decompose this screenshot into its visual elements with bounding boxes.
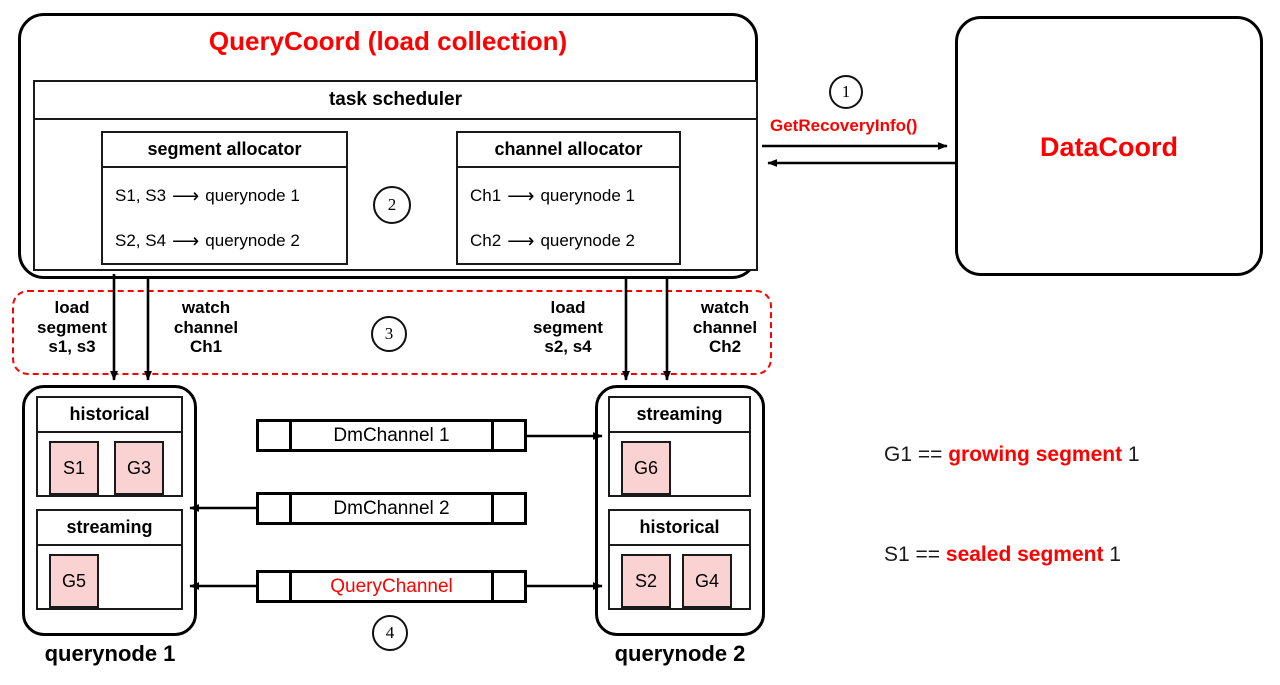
channel-target: querynode 2	[540, 231, 635, 250]
legend-emphasis: growing segment	[948, 443, 1123, 466]
legend-growing-segment: G1 == growing segment 1	[884, 443, 1140, 467]
arrow-right-icon: ⟶	[507, 185, 535, 207]
querynode-1-streaming-panel: streaming G5	[36, 509, 183, 610]
querynode-1-historical-body: S1 G3	[38, 433, 181, 499]
dispatch-label-line: load	[550, 298, 586, 317]
channel-cap-right	[491, 495, 524, 522]
segment-chip: G3	[114, 441, 164, 495]
channel-source: Ch1	[470, 186, 502, 205]
legend-suffix: 1	[1122, 443, 1140, 466]
channel-cap-left	[259, 573, 292, 600]
dispatch-label-line: s2, s4	[544, 337, 592, 357]
dispatch-label-line: channel	[173, 317, 239, 337]
dispatch-label-line: segment	[37, 317, 107, 337]
step-badge-2: 2	[373, 186, 411, 224]
arrow-right-icon: ⟶	[172, 185, 200, 207]
legend-emphasis: sealed segment	[945, 543, 1104, 566]
dispatch-label-line: s1, s3	[48, 337, 96, 357]
querynode-2-caption: querynode 2	[614, 641, 746, 666]
querynode-2-historical-body: S2 G4	[610, 546, 749, 612]
step-badge-3: 3	[371, 316, 407, 352]
legend-code: S1 ==	[884, 543, 946, 566]
diagram-canvas: QueryCoord (load collection) task schedu…	[0, 0, 1280, 685]
dispatch-label-line: Ch2	[708, 337, 742, 357]
querynode-2-streaming-panel: streaming G6	[608, 396, 751, 497]
querychannel-label: QueryChannel	[330, 575, 453, 597]
channel-target: querynode 1	[540, 186, 635, 205]
dispatch-label-load-segment-1: load segment s1, s3	[30, 298, 114, 357]
segment-allocator-row: S2, S4 ⟶ querynode 2	[115, 231, 300, 251]
legend-code: G1 ==	[884, 443, 949, 466]
dispatch-label-line: watch	[181, 298, 231, 317]
querynode-1-caption: querynode 1	[44, 641, 176, 666]
arrow-right-icon: ⟶	[172, 230, 200, 252]
channel-allocator-row: Ch1 ⟶ querynode 1	[470, 186, 635, 206]
querynode-2-streaming-body: G6	[610, 433, 749, 499]
segment-allocator-row: S1, S3 ⟶ querynode 1	[115, 186, 300, 206]
legend-sealed-segment: S1 == sealed segment 1	[884, 543, 1121, 567]
dmchannel-2-bar[interactable]: DmChannel 2	[256, 492, 527, 525]
querynode-1-streaming-body: G5	[38, 546, 181, 612]
rpc-call-label: GetRecoveryInfo()	[770, 116, 918, 135]
channel-cap-left	[259, 495, 292, 522]
dmchannel-1-label: DmChannel 1	[333, 424, 450, 446]
channel-allocator-panel: channel allocator Ch1 ⟶ querynode 1 Ch2 …	[456, 131, 681, 265]
segment-chip: S1	[49, 441, 99, 495]
arrow-right-icon: ⟶	[507, 230, 535, 252]
querycoord-title: QueryCoord (load collection)	[208, 26, 568, 56]
channel-cap-left	[259, 422, 292, 449]
dispatch-label-line: segment	[533, 317, 603, 337]
segment-chip: G5	[49, 554, 99, 608]
datacoord-title: DataCoord	[1039, 132, 1178, 162]
segment-chip: G6	[621, 441, 671, 495]
segment-source: S2, S4	[115, 231, 167, 250]
querynode-2-historical-title: historical	[610, 511, 749, 546]
querynode-1-historical-panel: historical S1 G3	[36, 396, 183, 497]
dispatch-label-watch-channel-1: watch channel Ch1	[159, 298, 253, 357]
channel-source: Ch2	[470, 231, 502, 250]
channel-allocator-title: channel allocator	[458, 133, 679, 168]
step-badge-4: 4	[372, 615, 408, 651]
dispatch-label-line: load	[54, 298, 90, 317]
segment-allocator-body: S1, S3 ⟶ querynode 1 S2, S4 ⟶ querynode …	[103, 168, 346, 267]
legend-suffix: 1	[1103, 543, 1121, 566]
step-badge-1: 1	[829, 75, 863, 109]
segment-target: querynode 1	[205, 186, 300, 205]
dmchannel-2-label: DmChannel 2	[333, 497, 450, 519]
querynode-1-historical-title: historical	[38, 398, 181, 433]
segment-source: S1, S3	[115, 186, 167, 205]
querynode-2-streaming-title: streaming	[610, 398, 749, 433]
querynode-2-historical-panel: historical S2 G4	[608, 509, 751, 610]
segment-chip: S2	[621, 554, 671, 608]
dispatch-label-load-segment-2: load segment s2, s4	[521, 298, 615, 357]
channel-cap-right	[491, 573, 524, 600]
channel-cap-right	[491, 422, 524, 449]
segment-allocator-title: segment allocator	[103, 133, 346, 168]
channel-allocator-body: Ch1 ⟶ querynode 1 Ch2 ⟶ querynode 2	[458, 168, 679, 267]
dispatch-label-line: Ch1	[189, 337, 223, 357]
dispatch-label-line: channel	[692, 317, 758, 337]
task-scheduler-title: task scheduler	[35, 82, 756, 120]
querychannel-bar[interactable]: QueryChannel	[256, 570, 527, 603]
dmchannel-1-bar[interactable]: DmChannel 1	[256, 419, 527, 452]
channel-allocator-row: Ch2 ⟶ querynode 2	[470, 231, 635, 251]
segment-chip: G4	[682, 554, 732, 608]
querynode-1-streaming-title: streaming	[38, 511, 181, 546]
segment-target: querynode 2	[205, 231, 300, 250]
segment-allocator-panel: segment allocator S1, S3 ⟶ querynode 1 S…	[101, 131, 348, 265]
dispatch-label-watch-channel-2: watch channel Ch2	[678, 298, 772, 357]
dispatch-label-line: watch	[700, 298, 750, 317]
